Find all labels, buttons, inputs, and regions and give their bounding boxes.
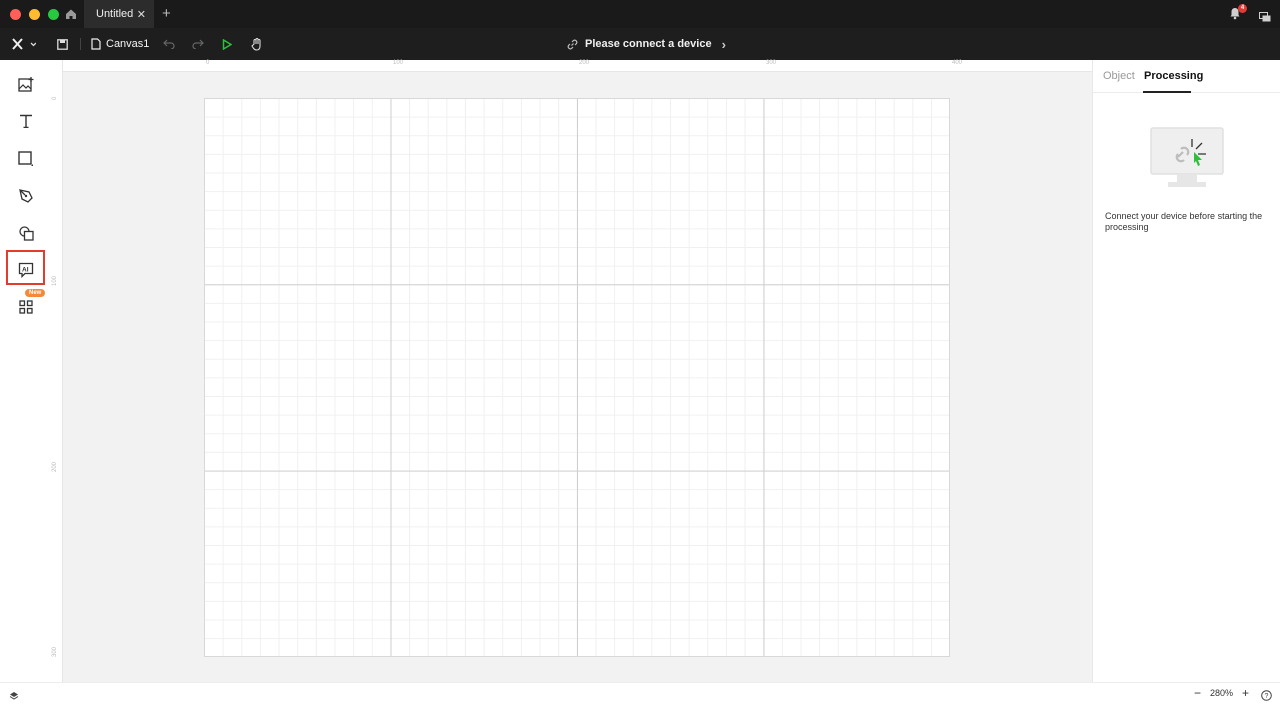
processing-message: Connect your device before starting the … [1105, 211, 1263, 232]
ruler-label: 400 [952, 60, 963, 66]
active-tab-indicator [1143, 91, 1191, 93]
ai-tool-icon[interactable]: AI [14, 258, 38, 282]
left-tool-bar: AI New [0, 60, 51, 682]
zoom-out-button[interactable]: − [1194, 686, 1201, 700]
ruler-label: 200 [579, 60, 590, 66]
right-panel-tabs: Object Processing [1093, 60, 1280, 93]
canvas-selector[interactable]: Canvas1 [91, 28, 149, 60]
redo-icon[interactable] [192, 28, 204, 60]
tab-processing[interactable]: Processing [1144, 70, 1203, 82]
svg-text:?: ? [1265, 693, 1269, 700]
tab-close-icon[interactable]: ✕ [137, 8, 146, 21]
window-switch-icon[interactable] [1259, 9, 1271, 27]
ruler-label: 200 [52, 461, 58, 472]
close-window-button[interactable] [10, 8, 21, 20]
connect-device-label: Please connect a device [585, 38, 712, 50]
notification-count-badge: 4 [1238, 4, 1247, 13]
zoom-level[interactable]: 280% [1210, 688, 1233, 698]
connect-device-button[interactable]: Please connect a device › [566, 28, 726, 60]
chevron-right-icon: › [721, 36, 726, 52]
toolbar-divider [80, 38, 81, 50]
svg-text:AI: AI [22, 267, 29, 274]
save-icon[interactable] [57, 28, 68, 60]
apps-grid-icon[interactable] [14, 295, 38, 319]
home-icon[interactable] [60, 0, 82, 28]
ruler-label: 300 [766, 60, 777, 66]
top-ruler: 0 100 200 300 400 [63, 60, 1092, 72]
new-tab-button[interactable]: + [162, 5, 171, 22]
title-bar: Untitled ✕ + 4 [0, 0, 1280, 28]
shapes-library-icon[interactable] [14, 221, 38, 245]
canvas-artboard[interactable] [204, 98, 950, 657]
status-bar: − 280% + ? [0, 682, 1280, 703]
minimize-window-button[interactable] [29, 8, 40, 20]
disconnected-device-illustration [1150, 127, 1224, 194]
image-tool-icon[interactable] [14, 72, 38, 96]
canvas-name: Canvas1 [106, 38, 150, 50]
app-menu-button[interactable] [12, 28, 36, 60]
ruler-label: 100 [393, 60, 404, 66]
link-icon [567, 39, 578, 49]
tab-object[interactable]: Object [1103, 70, 1135, 82]
tab-untitled[interactable]: Untitled ✕ [84, 0, 154, 28]
layers-icon[interactable] [9, 688, 19, 706]
shape-tool-icon[interactable] [14, 147, 38, 171]
main-toolbar: Canvas1 Please connect a device › [0, 28, 1280, 60]
zoom-in-button[interactable]: + [1242, 686, 1249, 700]
ruler-label: 300 [52, 646, 58, 657]
zoom-control: − 280% + [1194, 686, 1249, 700]
maximize-window-button[interactable] [48, 8, 59, 20]
play-icon[interactable] [222, 28, 232, 60]
ruler-label: 0 [206, 60, 210, 66]
text-tool-icon[interactable] [14, 109, 38, 133]
hand-tool-icon[interactable] [251, 28, 263, 60]
document-icon [91, 38, 101, 50]
ruler-label: 0 [52, 96, 58, 100]
ruler-label: 100 [52, 275, 58, 286]
right-panel: Object Processing Connect your device be… [1092, 60, 1280, 682]
left-ruler: 0 100 200 300 [51, 60, 63, 682]
undo-icon[interactable] [163, 28, 175, 60]
tab-title: Untitled [96, 8, 134, 20]
window-controls [10, 8, 59, 20]
help-icon[interactable]: ? [1261, 688, 1272, 706]
pen-tool-icon[interactable] [14, 184, 38, 208]
